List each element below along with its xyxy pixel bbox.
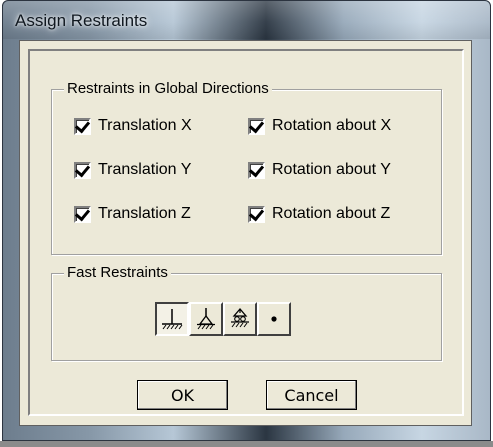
checkbox-check-icon — [74, 205, 91, 223]
title-bar[interactable]: Assign Restraints — [3, 1, 490, 39]
rotation-x-label: Rotation about X — [272, 117, 392, 134]
translation-x-checkbox[interactable]: Translation X — [74, 117, 192, 135]
free-node-icon — [271, 316, 277, 322]
translation-z-label: Translation Z — [98, 205, 191, 222]
desktop-strip — [0, 441, 493, 447]
fast-restraints-legend: Fast Restraints — [64, 264, 171, 281]
ok-button[interactable]: OK — [137, 380, 228, 410]
rotation-z-label: Rotation about Z — [272, 205, 391, 222]
checkbox-check-icon — [248, 205, 265, 223]
assign-restraints-window: Assign Restraints Restraints in Global D… — [2, 0, 491, 441]
rotation-y-label: Rotation about Y — [272, 161, 391, 178]
checkbox-check-icon — [74, 117, 91, 135]
free-node-button[interactable] — [257, 302, 291, 336]
pinned-support-icon — [197, 308, 215, 330]
dialog-body: Restraints in Global Directions Translat… — [19, 40, 472, 426]
rotation-x-checkbox[interactable]: Rotation about X — [248, 117, 391, 135]
rotation-z-checkbox[interactable]: Rotation about Z — [248, 205, 390, 223]
translation-z-checkbox[interactable]: Translation Z — [74, 205, 191, 223]
translation-x-label: Translation X — [98, 117, 192, 134]
window-title: Assign Restraints — [15, 11, 148, 30]
cancel-button[interactable]: Cancel — [266, 380, 357, 410]
checkbox-check-icon — [74, 161, 91, 179]
checkbox-check-icon — [248, 117, 265, 135]
fixed-support-button[interactable] — [155, 302, 189, 336]
roller-support-icon — [231, 308, 249, 328]
roller-support-button[interactable] — [223, 302, 257, 336]
checkbox-check-icon — [248, 161, 265, 179]
translation-y-checkbox[interactable]: Translation Y — [74, 161, 191, 179]
translation-y-label: Translation Y — [98, 161, 192, 178]
global-directions-legend: Restraints in Global Directions — [64, 80, 272, 97]
pinned-support-button[interactable] — [189, 302, 223, 336]
global-directions-group: Restraints in Global Directions Translat… — [51, 80, 442, 255]
fixed-support-icon — [162, 309, 183, 330]
fast-restraints-group: Fast Restraints — [51, 264, 442, 361]
rotation-y-checkbox[interactable]: Rotation about Y — [248, 161, 391, 179]
dialog-panel: Restraints in Global Directions Translat… — [28, 49, 464, 416]
